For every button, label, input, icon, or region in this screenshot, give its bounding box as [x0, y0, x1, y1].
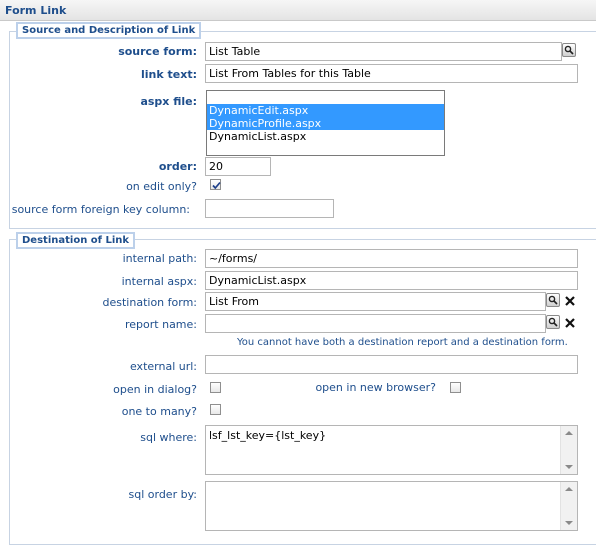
- sql-where-textarea[interactable]: lsf_lst_key={lst_key}: [205, 425, 578, 475]
- internal-path-label: internal path:: [122, 252, 197, 265]
- source-fk-field[interactable]: [205, 199, 334, 218]
- magnifier-icon: [564, 45, 574, 55]
- report-name-label: report name:: [125, 318, 197, 331]
- open-in-dialog-label: open in dialog?: [113, 383, 197, 396]
- internal-aspx-label: internal aspx:: [121, 275, 197, 288]
- destination-form-label: destination form:: [102, 296, 197, 309]
- destination-legend: Destination of Link: [16, 232, 136, 249]
- scroll-up-arrow-icon[interactable]: [565, 487, 573, 491]
- internal-aspx-field[interactable]: DynamicList.aspx: [205, 271, 578, 290]
- link-text-field[interactable]: List From Tables for this Table: [205, 64, 578, 83]
- aspx-option-dynamicedit[interactable]: DynamicEdit.aspx: [207, 104, 444, 117]
- sql-order-by-scrollbar[interactable]: [560, 482, 577, 530]
- aspx-file-label: aspx file:: [140, 95, 197, 108]
- magnifier-icon: [548, 317, 558, 327]
- source-legend: Source and Description of Link: [16, 22, 202, 39]
- magnifier-icon: [548, 295, 558, 305]
- internal-path-field[interactable]: ~/forms/: [205, 249, 578, 268]
- one-to-many-checkbox[interactable]: [210, 404, 221, 415]
- page-title: Form Link: [5, 4, 67, 17]
- destination-form-clear-button[interactable]: [564, 295, 576, 307]
- order-label: order:: [158, 160, 197, 173]
- source-form-label: source form:: [118, 45, 197, 58]
- scroll-up-arrow-icon[interactable]: [565, 431, 573, 435]
- aspx-option-dynamicprofile[interactable]: DynamicProfile.aspx: [207, 117, 444, 130]
- report-name-clear-button[interactable]: [564, 317, 576, 329]
- open-new-browser-checkbox[interactable]: [450, 382, 461, 393]
- destination-form-field[interactable]: List From: [205, 292, 546, 311]
- checkmark-icon: [212, 181, 221, 190]
- sql-where-label: sql where:: [140, 431, 197, 444]
- on-edit-only-checkbox[interactable]: [210, 179, 221, 190]
- external-url-field[interactable]: [205, 355, 578, 374]
- sql-where-value: lsf_lst_key={lst_key}: [209, 429, 327, 442]
- destination-form-lookup-button[interactable]: [546, 293, 560, 307]
- open-new-browser-label: open in new browser?: [315, 381, 436, 394]
- external-url-label: external url:: [129, 360, 197, 373]
- aspx-option-dynamiclist[interactable]: DynamicList.aspx: [207, 130, 444, 143]
- sql-where-scrollbar[interactable]: [560, 426, 577, 474]
- sql-order-by-label: sql order by:: [128, 488, 198, 501]
- destination-warning-note: You cannot have both a destination repor…: [237, 337, 568, 348]
- report-name-lookup-button[interactable]: [546, 315, 560, 329]
- link-text-label: link text:: [141, 68, 197, 81]
- source-form-lookup-button[interactable]: [562, 43, 576, 57]
- open-in-dialog-checkbox[interactable]: [210, 382, 221, 393]
- listbox-blank-row: [207, 91, 444, 104]
- source-fk-label: source form foreign key column:: [11, 203, 190, 216]
- aspx-file-listbox[interactable]: DynamicEdit.aspx DynamicProfile.aspx Dyn…: [206, 90, 445, 156]
- order-field[interactable]: 20: [205, 157, 271, 176]
- scroll-down-arrow-icon[interactable]: [565, 521, 573, 525]
- scroll-down-arrow-icon[interactable]: [565, 465, 573, 469]
- sql-order-by-textarea[interactable]: [205, 481, 578, 531]
- report-name-field[interactable]: [205, 314, 546, 333]
- one-to-many-label: one to many?: [121, 405, 197, 418]
- on-edit-only-label: on edit only?: [126, 180, 197, 193]
- source-form-field[interactable]: List Table: [205, 42, 562, 61]
- window-title-bar: Form Link: [0, 0, 596, 21]
